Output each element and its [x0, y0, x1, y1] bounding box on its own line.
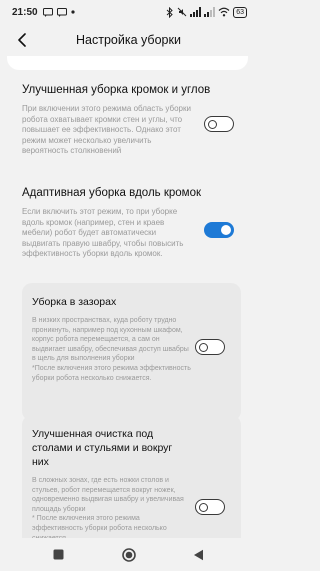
- chevron-left-icon: [18, 33, 26, 47]
- sub-setting-gap-cleaning: Уборка в зазорах В низких пространствах,…: [22, 283, 241, 421]
- recents-button[interactable]: [49, 545, 69, 565]
- sms-icon: [56, 7, 67, 17]
- status-left-icons: [42, 7, 75, 17]
- adaptive-edge-cleaning-toggle[interactable]: [204, 222, 234, 238]
- square-icon: [53, 549, 64, 560]
- sub-setting-title: Уборка в зазорах: [32, 296, 117, 308]
- table-chair-cleaning-toggle[interactable]: [195, 499, 225, 515]
- setting-adaptive-edge-cleaning: Адаптивная уборка вдоль кромок Если вклю…: [22, 186, 241, 260]
- gap-cleaning-toggle[interactable]: [195, 339, 225, 355]
- bluetooth-icon: [166, 6, 173, 18]
- sub-setting-description: В сложных зонах, где есть ножки столов и…: [32, 477, 184, 538]
- status-bar: 21:50 63: [0, 0, 257, 24]
- sub-setting-table-chair-cleaning: Улучшенная очистка под столами и стульям…: [22, 415, 241, 538]
- toggle-knob: [199, 502, 208, 512]
- sub-setting-description: В низких пространствах, куда роботу труд…: [32, 317, 191, 382]
- page-title: Настройка уборки: [76, 33, 181, 47]
- battery-indicator: 63: [233, 6, 247, 18]
- sms-icon: [42, 7, 53, 17]
- status-time: 21:50: [12, 6, 38, 18]
- sub-setting-title: Улучшенная очистка под столами и стульям…: [32, 428, 173, 468]
- system-nav-bar: [0, 538, 257, 571]
- toggle-knob: [208, 119, 217, 129]
- card-bottom-edge: [7, 56, 248, 70]
- setting-description: При включении этого режима область уборк…: [22, 104, 191, 156]
- setting-title: Улучшенная уборка кромок и углов: [22, 84, 211, 96]
- setting-edge-corner-cleaning: Улучшенная уборка кромок и углов При вкл…: [22, 83, 241, 157]
- settings-list[interactable]: Улучшенная уборка кромок и углов При вкл…: [0, 56, 257, 538]
- back-nav-button[interactable]: [189, 545, 209, 565]
- setting-description: Если включить этот режим, то при уборке …: [22, 207, 184, 259]
- toggle-knob: [221, 225, 231, 235]
- home-button[interactable]: [119, 545, 139, 565]
- home-circle-icon: [121, 547, 136, 562]
- toggle-knob: [199, 342, 208, 352]
- header: Настройка уборки: [0, 24, 257, 56]
- signal-icon: [204, 7, 216, 17]
- triangle-back-icon: [194, 549, 203, 560]
- wifi-icon: [218, 7, 230, 17]
- status-right-icons: 63: [166, 6, 247, 18]
- back-button[interactable]: [8, 26, 36, 54]
- signal-icon: [190, 7, 202, 17]
- dot-icon: [70, 10, 75, 14]
- edge-corner-cleaning-toggle[interactable]: [204, 116, 234, 132]
- mute-icon: [177, 7, 187, 17]
- setting-title: Адаптивная уборка вдоль кромок: [22, 187, 201, 199]
